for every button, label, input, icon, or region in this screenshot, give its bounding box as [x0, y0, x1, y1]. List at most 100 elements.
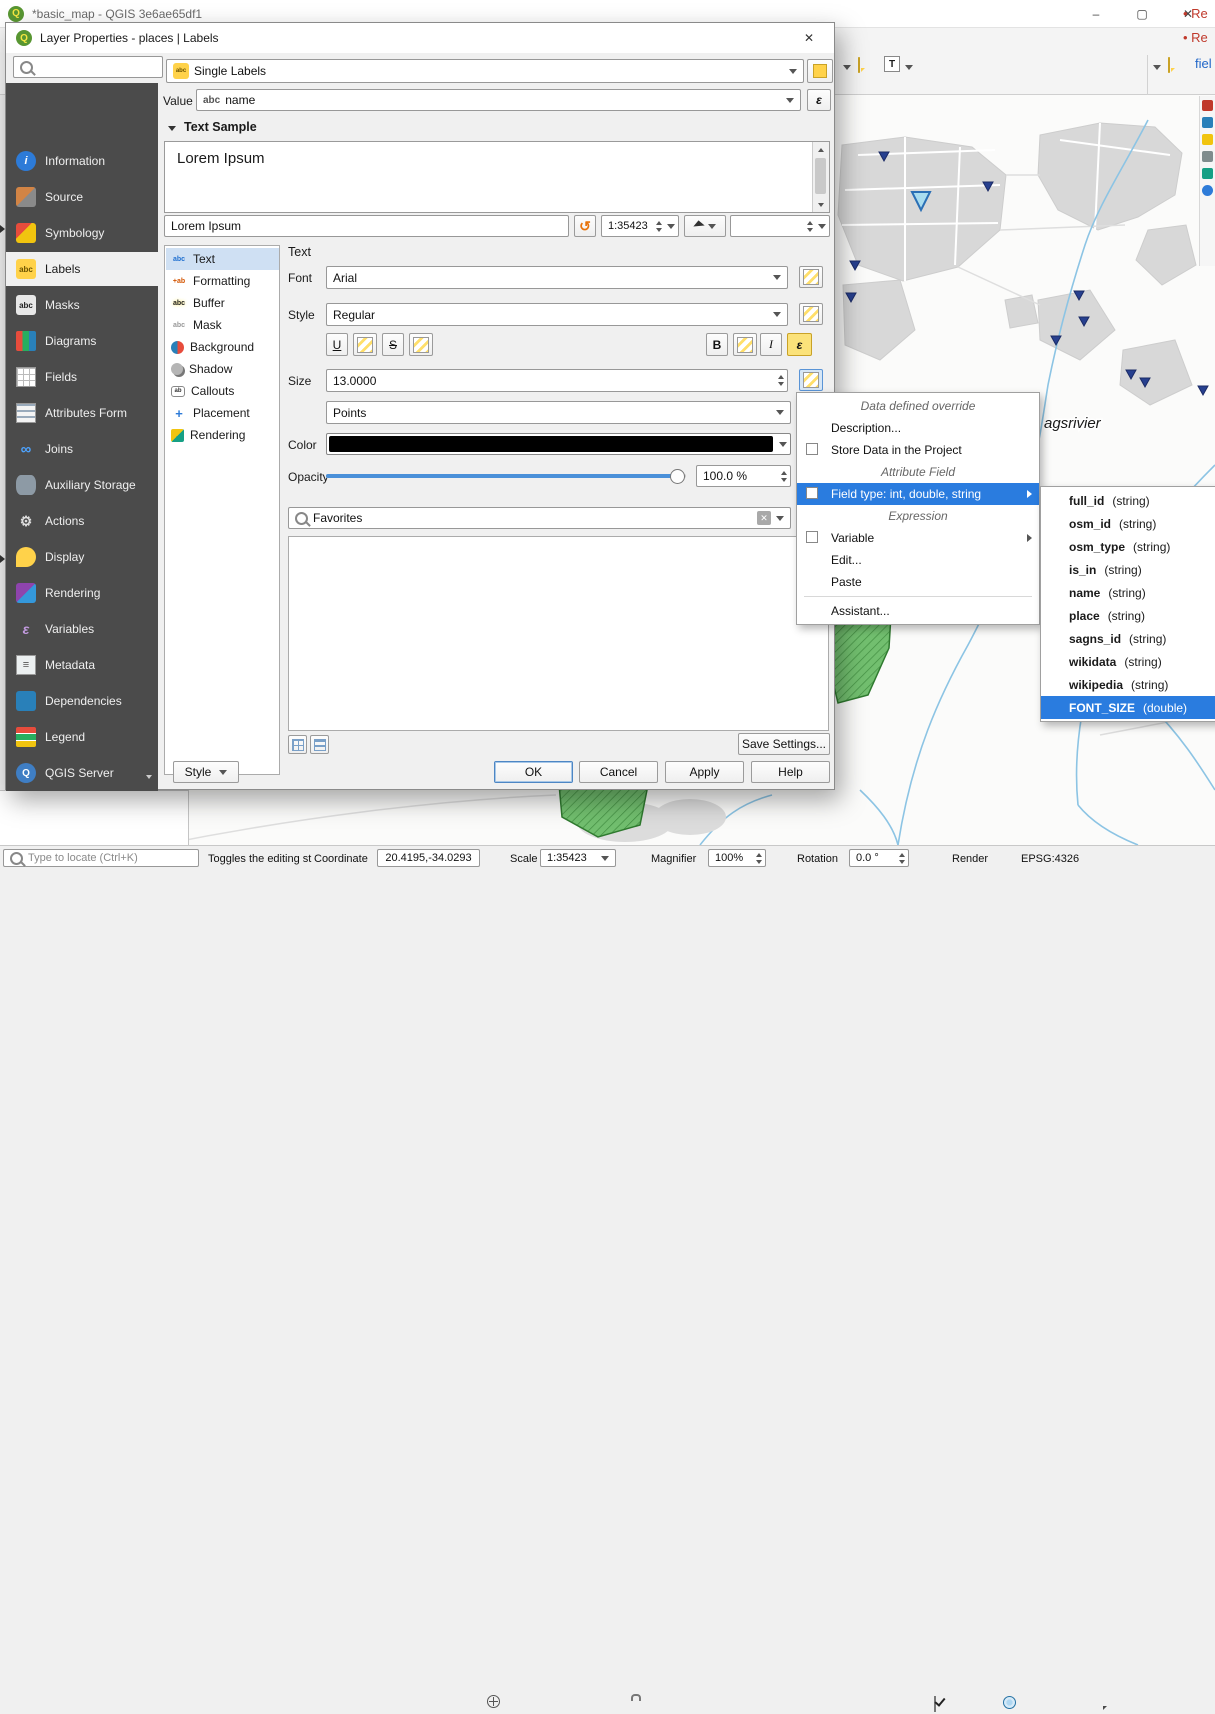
sample-text-input[interactable]: Lorem Ipsum — [164, 215, 569, 237]
scale-combo[interactable]: 1:35423 — [540, 849, 616, 867]
rotation-spinbox[interactable]: 0.0 ° — [849, 849, 909, 867]
layer-styling-icon[interactable] — [1202, 117, 1213, 128]
tab-mask[interactable]: Mask — [166, 314, 279, 336]
tab-placement[interactable]: Placement — [166, 402, 279, 424]
scroll-down-icon[interactable] — [818, 203, 824, 207]
field-item-font-size[interactable]: FONT_SIZE(double) — [1041, 696, 1215, 719]
menu-item-paste[interactable]: Paste — [797, 571, 1039, 593]
sidebar-item-display[interactable]: Display — [6, 540, 158, 574]
dialog-close-icon[interactable] — [794, 25, 824, 51]
field-item-osm_type[interactable]: osm_type(string) — [1041, 535, 1215, 558]
tab-shadow[interactable]: Shadow — [166, 358, 279, 380]
map-tips-icon[interactable] — [858, 57, 860, 73]
save-settings-button[interactable]: Save Settings... — [738, 733, 830, 755]
map-tips-icon[interactable] — [1168, 57, 1170, 73]
sidebar-item-symbology[interactable]: Symbology — [6, 216, 158, 250]
sample-scale-combo[interactable]: 1:35423 — [601, 215, 679, 237]
menu-item-description[interactable]: Description... — [797, 417, 1039, 439]
apply-button[interactable]: Apply — [665, 761, 744, 783]
field-item-osm_id[interactable]: osm_id(string) — [1041, 512, 1215, 535]
gps-icon[interactable] — [1202, 168, 1213, 179]
label-mode-combo[interactable]: Single Labels — [166, 59, 804, 83]
sidebar-item-legend[interactable]: Legend — [6, 720, 158, 754]
toolbar-dropdown-icon[interactable] — [1153, 65, 1161, 70]
list-view-button[interactable] — [310, 735, 329, 754]
sample-background-combo[interactable] — [730, 215, 830, 237]
expression-builder-button[interactable]: ε — [807, 89, 831, 111]
clear-filter-icon[interactable] — [757, 511, 771, 525]
size-spinbox[interactable]: 13.0000 — [326, 369, 788, 392]
field-item-name[interactable]: name(string) — [1041, 581, 1215, 604]
scrollbar-thumb[interactable] — [815, 158, 826, 194]
text-annotation-dropdown-icon[interactable] — [905, 65, 913, 70]
sidebar-item-dependencies[interactable]: Dependencies — [6, 684, 158, 718]
overview-icon[interactable] — [1202, 151, 1213, 162]
bold-data-defined-button[interactable] — [733, 333, 757, 356]
sidebar-scroll-down-icon[interactable] — [146, 775, 152, 779]
toolbar-dropdown-icon[interactable] — [843, 65, 851, 70]
spin-down-icon[interactable] — [778, 382, 784, 386]
menu-item-edit[interactable]: Edit... — [797, 549, 1039, 571]
size-data-defined-button[interactable] — [799, 369, 823, 391]
tab-formatting[interactable]: Formatting — [166, 270, 279, 292]
bookmarks-icon[interactable] — [1202, 134, 1213, 145]
sidebar-item-joins[interactable]: Joins — [6, 432, 158, 466]
font-data-defined-button[interactable] — [799, 266, 823, 288]
sample-scrollbar[interactable] — [812, 142, 829, 212]
tab-rendering[interactable]: Rendering — [166, 424, 279, 446]
tab-background[interactable]: Background — [166, 336, 279, 358]
menu-item-assistant[interactable]: Assistant... — [797, 600, 1039, 622]
tab-text[interactable]: Text — [166, 248, 279, 270]
bold-button[interactable]: B — [706, 333, 728, 356]
slider-handle[interactable] — [670, 469, 685, 484]
sidebar-item-diagrams[interactable]: Diagrams — [6, 324, 158, 358]
properties-search-input[interactable] — [13, 56, 163, 78]
sidebar-item-masks[interactable]: Masks — [6, 288, 158, 322]
processing-icon[interactable] — [1202, 100, 1213, 111]
cancel-button[interactable]: Cancel — [579, 761, 658, 783]
sidebar-item-attributes-form[interactable]: Attributes Form — [6, 396, 158, 430]
render-checkbox[interactable] — [934, 1696, 936, 1712]
size-units-combo[interactable]: Points — [326, 401, 791, 424]
ok-button[interactable]: OK — [494, 761, 573, 783]
value-field-combo[interactable]: abc name — [196, 89, 801, 111]
sidebar-item-information[interactable]: Information — [6, 144, 158, 178]
info-panel-icon[interactable] — [1202, 185, 1213, 196]
sidebar-item-source[interactable]: Source — [6, 180, 158, 214]
auto-placement-settings-button[interactable] — [807, 59, 833, 83]
style-combo[interactable]: Regular — [326, 303, 788, 326]
menu-item-field-type[interactable]: Field type: int, double, string — [797, 483, 1039, 505]
scroll-up-icon[interactable] — [818, 148, 824, 152]
checkbox[interactable] — [806, 531, 818, 543]
sidebar-item-auxiliary-storage[interactable]: Auxiliary Storage — [6, 468, 158, 502]
maximize-button[interactable] — [1123, 1, 1161, 27]
extents-toggle-icon[interactable] — [487, 1695, 500, 1708]
underline-button[interactable]: U — [326, 333, 348, 356]
menu-item-variable[interactable]: Variable — [797, 527, 1039, 549]
magnifier-spinbox[interactable]: 100% — [708, 849, 766, 867]
strikeout-button[interactable]: S — [382, 333, 404, 356]
sidebar-item-actions[interactable]: Actions — [6, 504, 158, 538]
checkbox[interactable] — [806, 487, 818, 499]
strikeout-data-defined-button[interactable] — [409, 333, 433, 356]
field-item-wikidata[interactable]: wikidata(string) — [1041, 650, 1215, 673]
spin-up-icon[interactable] — [778, 375, 784, 379]
sidebar-item-labels[interactable]: Labels — [6, 252, 158, 286]
italic-button[interactable]: I — [760, 333, 782, 356]
field-item-place[interactable]: place(string) — [1041, 604, 1215, 627]
collapse-triangle-icon[interactable] — [168, 126, 176, 131]
style-presets-list[interactable] — [288, 536, 829, 731]
tab-buffer[interactable]: Buffer — [166, 292, 279, 314]
sidebar-item-rendering[interactable]: Rendering — [6, 576, 158, 610]
minimize-button[interactable] — [1077, 1, 1115, 27]
menu-item-store-data[interactable]: Store Data in the Project — [797, 439, 1039, 461]
crs-globe-icon[interactable] — [1003, 1696, 1016, 1709]
sidebar-item-metadata[interactable]: Metadata — [6, 648, 158, 682]
font-combo[interactable]: Arial — [326, 266, 788, 289]
crs-label[interactable]: EPSG:4326 — [1021, 853, 1079, 865]
reset-sample-button[interactable]: ↺ — [574, 215, 596, 237]
color-button[interactable] — [326, 433, 791, 455]
italic-expression-button[interactable]: ε — [787, 333, 812, 356]
field-item-sagns_id[interactable]: sagns_id(string) — [1041, 627, 1215, 650]
style-data-defined-button[interactable] — [799, 303, 823, 325]
